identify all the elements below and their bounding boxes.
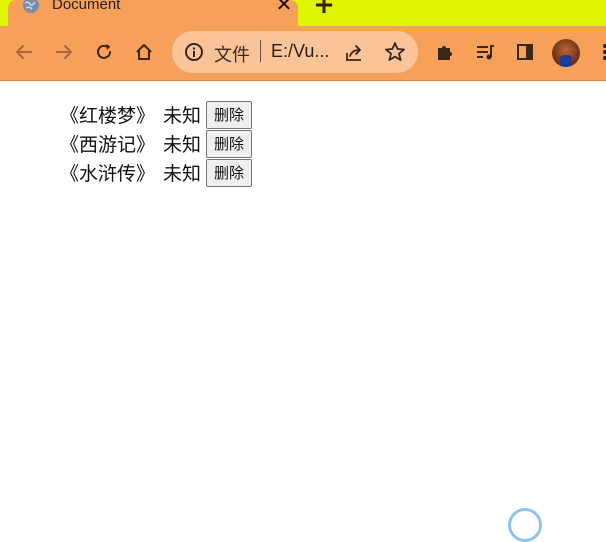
browser-toolbar: 文件 E:/Vu... [0,26,606,81]
list-item: 《水浒传》 未知 删除 [60,158,253,187]
arrow-right-icon [56,45,72,59]
media-button[interactable] [472,39,498,65]
tab-strip: Document ✕ + [0,0,606,26]
book-title: 《红楼梦》 [60,105,156,127]
book-author: 未知 [163,163,202,185]
avatar-figure [560,55,572,67]
kebab-menu-icon [603,44,606,60]
back-button[interactable] [11,39,37,65]
avatar[interactable] [552,39,580,67]
arrow-left-icon [16,45,32,59]
url-scheme-label: 文件 [214,45,250,66]
book-author: 未知 [163,134,202,156]
list-item: 《红楼梦》 未知 删除 [60,100,253,129]
book-list: 《红楼梦》 未知 删除 《西游记》 未知 删除 《水浒传》 未知 删除 [60,100,253,187]
page-content: 《红楼梦》 未知 删除 《西游记》 未知 删除 《水浒传》 未知 删除 [0,81,606,542]
side-panel-icon [517,44,533,60]
close-icon[interactable]: ✕ [274,0,294,14]
list-item: 《西游记》 未知 删除 [60,129,253,158]
book-title: 《水浒传》 [60,163,156,185]
reload-button[interactable] [91,39,117,65]
loading-spinner-icon [508,508,542,542]
info-icon[interactable] [184,42,204,62]
tab-document[interactable]: Document ✕ [8,0,298,26]
home-icon [136,44,152,60]
url-divider [260,40,261,62]
puzzle-icon [438,46,452,60]
delete-button[interactable]: 删除 [206,129,253,158]
media-queue-icon [477,45,494,60]
book-title: 《西游记》 [60,134,156,156]
share-icon[interactable] [344,42,366,64]
reload-icon [97,44,111,59]
globe-icon [23,0,39,13]
url-text[interactable]: E:/Vu... [271,41,329,62]
book-author: 未知 [163,105,202,127]
delete-button[interactable]: 删除 [206,100,253,129]
extensions-button[interactable] [432,39,458,65]
new-tab-button[interactable]: + [312,0,336,18]
tab-title: Document [52,0,121,13]
address-bar[interactable]: 文件 E:/Vu... [172,31,418,73]
star-icon[interactable] [384,41,406,63]
forward-button[interactable] [51,39,77,65]
delete-button[interactable]: 删除 [206,158,253,187]
home-button[interactable] [131,39,157,65]
menu-button[interactable] [592,39,606,65]
side-panel-button[interactable] [512,39,538,65]
